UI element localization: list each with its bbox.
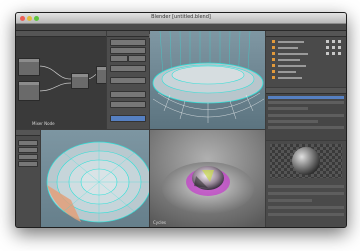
viewport-bottom-left[interactable] [41, 130, 149, 227]
tool-button-1[interactable] [110, 39, 146, 46]
blender-window: Blender [untitled.blend] Mixer Node Cycl… [15, 12, 347, 228]
material-name-field[interactable] [268, 107, 308, 110]
textured-mesh-view [41, 130, 149, 227]
properties-panel[interactable] [266, 88, 346, 140]
material-slot-selected[interactable] [268, 96, 344, 99]
info-header [16, 24, 346, 38]
tool-button-8[interactable] [110, 101, 146, 108]
uv-tool-2[interactable] [18, 147, 38, 153]
tool-button-7[interactable] [110, 91, 146, 98]
node-editor-label: Mixer Node [32, 121, 55, 126]
outliner-rows [272, 40, 341, 79]
node-editor[interactable]: Mixer Node [16, 31, 106, 129]
outliner[interactable] [266, 31, 346, 87]
uv-tool-shelf-header [16, 130, 40, 136]
preview-row-2[interactable] [268, 192, 344, 195]
tool-button-active[interactable] [110, 115, 146, 122]
surface-shader-selector[interactable] [268, 120, 318, 123]
preview-row-1[interactable] [268, 185, 344, 188]
tool-button-5[interactable] [110, 65, 146, 72]
properties-header [266, 88, 346, 94]
uv-tool-4[interactable] [18, 161, 38, 167]
image-node[interactable] [18, 81, 40, 101]
tool-shelf [107, 31, 149, 129]
window-title: Blender [untitled.blend] [151, 14, 211, 20]
preview-row-5[interactable] [268, 213, 344, 216]
tool-shelf-header [107, 31, 149, 37]
tool-button-3[interactable] [110, 55, 128, 62]
rendered-object [150, 130, 265, 227]
outliner-header [266, 31, 346, 37]
node-links [37, 65, 102, 92]
wireframe-mesh [150, 31, 265, 129]
preview-row-3[interactable] [268, 199, 312, 202]
viewport-top[interactable] [150, 31, 265, 129]
material-slot[interactable] [268, 101, 344, 104]
uv-tool-shelf [16, 130, 40, 227]
render-preview[interactable]: Cycles [150, 130, 265, 227]
mix-node[interactable] [71, 73, 89, 89]
output-node[interactable] [96, 66, 106, 84]
render-caption: Cycles [153, 220, 167, 225]
tool-button-4[interactable] [128, 55, 146, 62]
material-sphere-preview [270, 144, 342, 178]
texture-node[interactable] [18, 58, 40, 76]
uv-tool-1[interactable] [18, 140, 38, 146]
tool-button-6[interactable] [110, 77, 146, 84]
surface-row[interactable] [268, 114, 344, 117]
preview-row-4[interactable] [268, 206, 344, 209]
material-preview-panel [266, 141, 346, 227]
color-row[interactable] [268, 126, 344, 129]
uv-tool-3[interactable] [18, 154, 38, 160]
tool-button-2[interactable] [110, 47, 146, 54]
title-bar: Blender [untitled.blend] [16, 13, 346, 24]
